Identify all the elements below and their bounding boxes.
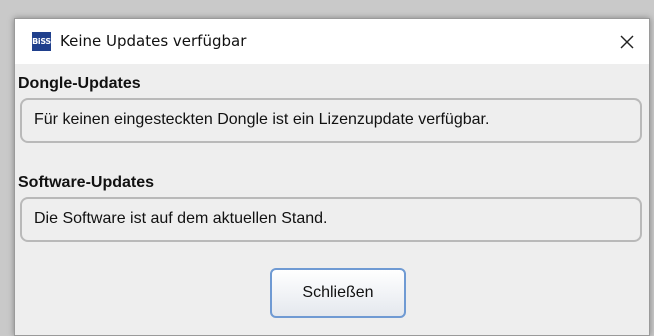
software-updates-message: Die Software ist auf dem aktuellen Stand…: [34, 210, 328, 227]
app-icon: BiSS: [32, 32, 51, 51]
close-x-glyph: [620, 35, 634, 49]
dongle-updates-box: Für keinen eingesteckten Dongle ist ein …: [20, 98, 642, 143]
dialog-window: BiSS Keine Updates verfügbar Dongle-Upda…: [14, 18, 650, 336]
dongle-updates-message: Für keinen eingesteckten Dongle ist ein …: [34, 111, 490, 128]
window-title: Keine Updates verfügbar: [60, 32, 247, 50]
title-bar: BiSS Keine Updates verfügbar: [15, 19, 649, 64]
close-icon[interactable]: [607, 23, 647, 61]
close-button[interactable]: Schließen: [270, 268, 406, 318]
software-updates-heading: Software-Updates: [18, 174, 155, 191]
dongle-updates-heading: Dongle-Updates: [18, 75, 141, 92]
software-updates-box: Die Software ist auf dem aktuellen Stand…: [20, 197, 642, 242]
